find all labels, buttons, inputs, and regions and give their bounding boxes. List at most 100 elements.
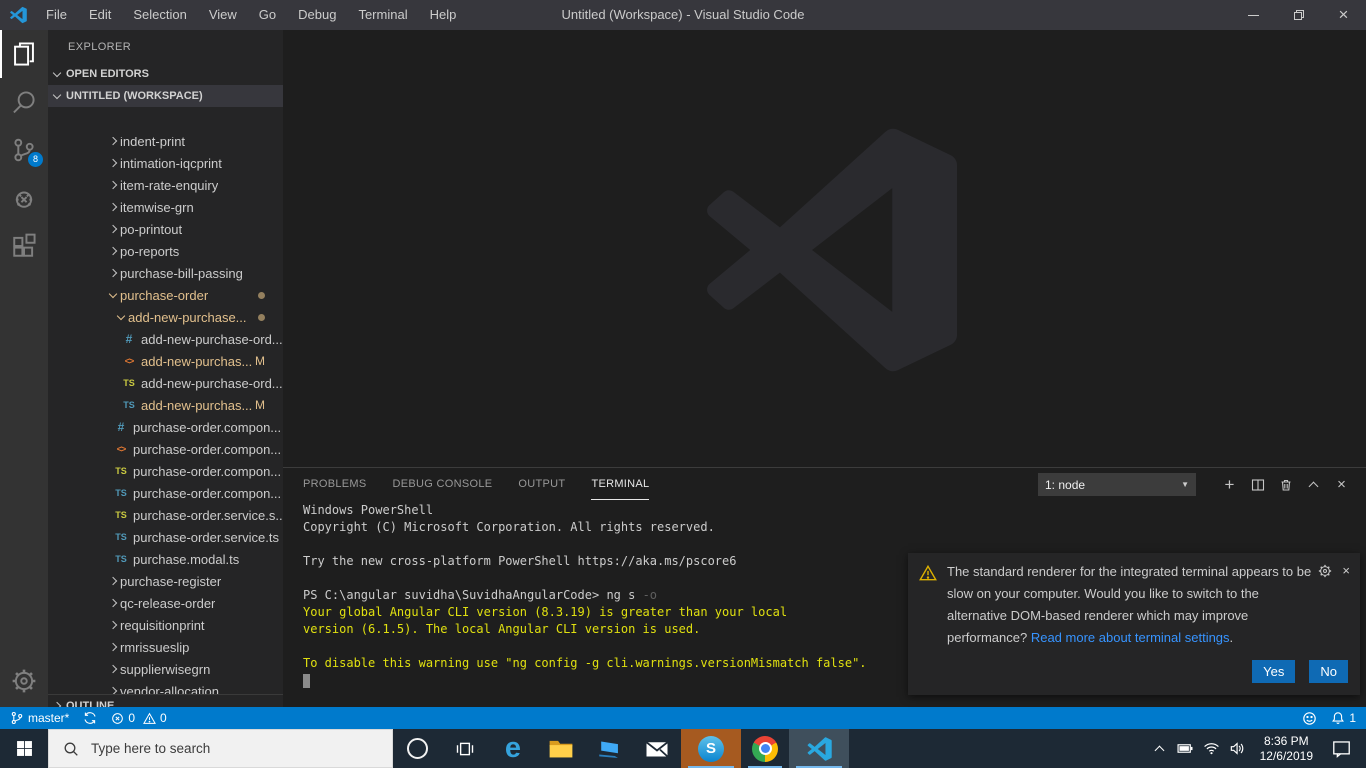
chevron-up-icon xyxy=(1309,481,1319,491)
task-view-button[interactable] xyxy=(441,729,489,768)
close-window-button[interactable]: × xyxy=(1321,0,1366,30)
menu-view[interactable]: View xyxy=(198,0,248,30)
file-explorer-button[interactable] xyxy=(537,729,585,768)
tree-item-supplierwisegrn[interactable]: supplierwisegrn xyxy=(48,658,283,680)
tree-item-item-rate-enquiry[interactable]: item-rate-enquiry xyxy=(48,174,283,196)
chevron-down-icon xyxy=(114,316,128,319)
files-icon xyxy=(11,41,37,67)
tree-item-qc-release-order[interactable]: qc-release-order xyxy=(48,592,283,614)
outline-section-header[interactable]: OUTLINE xyxy=(48,694,283,707)
tray-expand-button[interactable] xyxy=(1147,729,1173,768)
menu-terminal[interactable]: Terminal xyxy=(347,0,418,30)
open-editors-section-header[interactable]: OPEN EDITORS xyxy=(48,63,283,85)
vscode-taskbar-button[interactable] xyxy=(789,729,849,768)
yes-button[interactable]: Yes xyxy=(1252,660,1295,683)
activity-source-control-button[interactable]: 8 xyxy=(0,126,48,174)
menu-help[interactable]: Help xyxy=(419,0,468,30)
maximize-panel-button[interactable] xyxy=(1303,474,1324,496)
ts-spec-file-icon: TS xyxy=(114,510,128,520)
menu-debug[interactable]: Debug xyxy=(287,0,347,30)
tree-item-add-new-purchase-ord-[interactable]: #add-new-purchase-ord... xyxy=(48,328,283,350)
device-app-button[interactable] xyxy=(585,729,633,768)
debug-icon xyxy=(11,185,37,211)
mail-button[interactable] xyxy=(633,729,681,768)
chrome-button[interactable] xyxy=(741,729,789,768)
tree-item-label: add-new-purchas... xyxy=(141,354,252,369)
clock-time: 8:36 PM xyxy=(1264,734,1309,749)
tree-item-itemwise-grn[interactable]: itemwise-grn xyxy=(48,196,283,218)
tree-item-label: itemwise-grn xyxy=(120,200,194,215)
edge-button[interactable]: e xyxy=(489,729,537,768)
menu-file[interactable]: File xyxy=(35,0,78,30)
git-branch-status[interactable]: master* xyxy=(10,707,69,729)
chevron-up-icon xyxy=(1155,745,1165,755)
activity-explorer-button[interactable] xyxy=(0,30,48,78)
activity-extensions-button[interactable] xyxy=(0,222,48,270)
taskbar-search[interactable] xyxy=(48,729,393,768)
activity-debug-button[interactable] xyxy=(0,174,48,222)
workspace-section-header[interactable]: UNTITLED (WORKSPACE) xyxy=(48,85,283,107)
tree-item-purchase-order[interactable]: purchase-order xyxy=(48,284,283,306)
tree-item-requisitionprint[interactable]: requisitionprint xyxy=(48,614,283,636)
tree-item-add-new-purchas-[interactable]: <>add-new-purchas...M xyxy=(48,350,283,372)
panel-tab-debug-console[interactable]: DEBUG CONSOLE xyxy=(393,469,493,500)
notification-gear-icon[interactable] xyxy=(1318,564,1332,578)
tree-item-po-reports[interactable]: po-reports xyxy=(48,240,283,262)
minimize-button[interactable] xyxy=(1231,0,1276,30)
terminal-select[interactable]: 1: node ▼ xyxy=(1038,473,1196,496)
menu-edit[interactable]: Edit xyxy=(78,0,122,30)
smiley-icon xyxy=(1302,711,1317,726)
tree-item-purchase-order-compon-[interactable]: TSpurchase-order.compon... xyxy=(48,482,283,504)
start-button[interactable] xyxy=(0,729,48,768)
tree-item-add-new-purchase-ord-[interactable]: TSadd-new-purchase-ord... xyxy=(48,372,283,394)
cortana-button[interactable] xyxy=(393,729,441,768)
panel-tab-output[interactable]: OUTPUT xyxy=(518,469,565,500)
tree-item-purchase-order-compon-[interactable]: #purchase-order.compon... xyxy=(48,416,283,438)
tree-item-purchase-order-service-s-[interactable]: TSpurchase-order.service.s... xyxy=(48,504,283,526)
notification-close-icon[interactable]: × xyxy=(1342,563,1350,578)
action-center-button[interactable] xyxy=(1322,729,1360,768)
tree-item-po-printout[interactable]: po-printout xyxy=(48,218,283,240)
menu-selection[interactable]: Selection xyxy=(122,0,197,30)
panel-tab-problems[interactable]: PROBLEMS xyxy=(303,469,367,500)
tree-item-label: purchase-order.service.ts xyxy=(133,530,279,545)
feedback-smiley[interactable] xyxy=(1302,707,1317,729)
close-panel-button[interactable]: × xyxy=(1331,474,1352,496)
tree-item-add-new-purchase-[interactable]: add-new-purchase... xyxy=(48,306,283,328)
terminal-settings-link[interactable]: Read more about terminal settings xyxy=(1031,630,1230,645)
problems-status[interactable]: 0 0 xyxy=(111,707,166,729)
search-input[interactable] xyxy=(89,740,343,757)
ts-spec-file-icon: TS xyxy=(122,378,136,388)
split-terminal-button[interactable] xyxy=(1247,474,1268,496)
tree-item-intimation-iqcprint[interactable]: intimation-iqcprint xyxy=(48,152,283,174)
tree-item-purchase-order-compon-[interactable]: <>purchase-order.compon... xyxy=(48,438,283,460)
restore-button[interactable] xyxy=(1276,0,1321,30)
kill-terminal-button[interactable] xyxy=(1275,474,1296,496)
tree-item-purchase-order-compon-[interactable]: TSpurchase-order.compon... xyxy=(48,460,283,482)
ts-file-icon: TS xyxy=(114,532,128,542)
new-terminal-button[interactable]: + xyxy=(1219,474,1240,496)
activity-search-button[interactable] xyxy=(0,78,48,126)
tree-item-purchase-register[interactable]: purchase-register xyxy=(48,570,283,592)
tree-item-purchase-bill-passing[interactable]: purchase-bill-passing xyxy=(48,262,283,284)
taskbar-clock[interactable]: 8:36 PM 12/6/2019 xyxy=(1251,734,1322,764)
settings-gear-button[interactable] xyxy=(0,661,48,701)
battery-indicator[interactable] xyxy=(1173,729,1199,768)
modified-dot-badge xyxy=(258,292,265,299)
tree-item-purchase-order-service-ts[interactable]: TS purchase-order.service.ts xyxy=(48,526,283,548)
panel-tab-terminal[interactable]: TERMINAL xyxy=(591,469,649,500)
volume-indicator[interactable] xyxy=(1225,729,1251,768)
sync-status[interactable] xyxy=(83,707,97,729)
skype-button[interactable]: S xyxy=(681,729,741,768)
terminal-line: Windows PowerShell xyxy=(303,502,1366,519)
tree-item-add-new-purchas-[interactable]: TSadd-new-purchas...M xyxy=(48,394,283,416)
tree-item-rmrissueslip[interactable]: rmrissueslip xyxy=(48,636,283,658)
tree-item-vendor-allocation[interactable]: vendor-allocation xyxy=(48,680,283,694)
wifi-indicator[interactable] xyxy=(1199,729,1225,768)
menu-go[interactable]: Go xyxy=(248,0,287,30)
tree-item-label: rmrissueslip xyxy=(120,640,189,655)
tree-item-purchase-modal-ts[interactable]: TSpurchase.modal.ts xyxy=(48,548,283,570)
tree-item-indent-print[interactable]: indent-print xyxy=(48,137,283,152)
notifications-bell[interactable]: 1 xyxy=(1331,707,1356,729)
no-button[interactable]: No xyxy=(1309,660,1348,683)
